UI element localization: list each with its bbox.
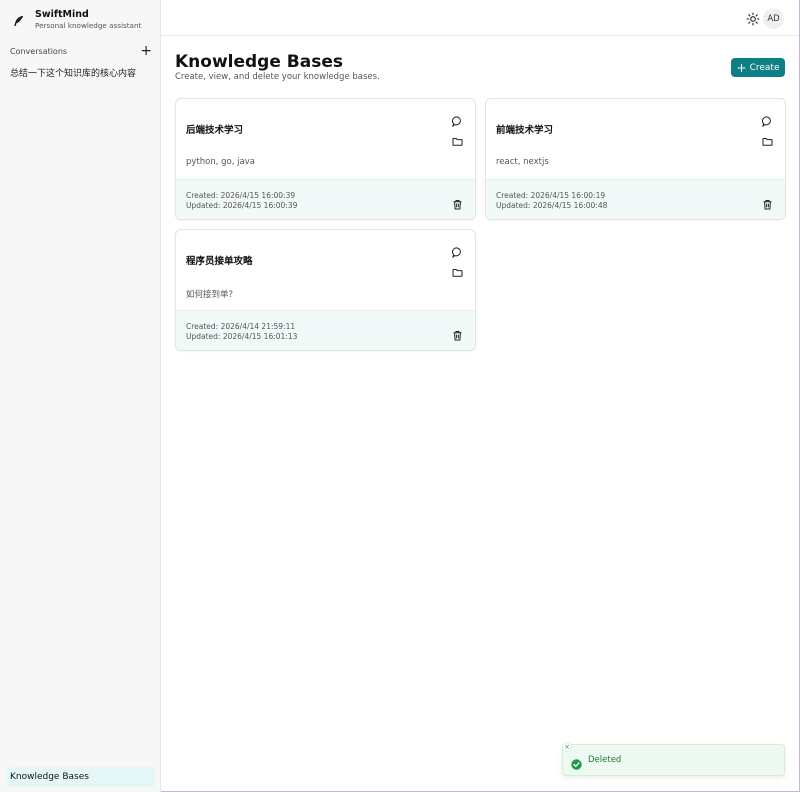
card-created-date: Created: 2026/4/15 16:00:19 [496, 191, 606, 200]
card-title: 程序员接单攻略 [186, 256, 253, 267]
card-created-date: Created: 2026/4/15 16:00:39 [186, 191, 296, 200]
avatar[interactable]: AD [763, 8, 784, 29]
card-updated-date: Updated: 2026/4/15 16:01:13 [186, 332, 298, 341]
card-title: 前端技术学习 [496, 125, 554, 136]
knowledge-base-card[interactable]: 程序员接单攻略 如何接到单? Created: 2026/4/14 21:59:… [175, 229, 476, 351]
sun-icon[interactable] [746, 11, 760, 26]
card-created-date: Created: 2026/4/14 21:59:11 [186, 322, 296, 331]
create-button-label: Create [749, 62, 780, 73]
sidebar: SwiftMind Personal knowledge assistant C… [0, 0, 161, 792]
brand-subtitle: Personal knowledge assistant [35, 21, 142, 30]
card-footer: Created: 2026/4/15 16:00:19 Updated: 202… [486, 179, 785, 219]
card-title: 后端技术学习 [186, 125, 244, 136]
card-updated-date: Updated: 2026/4/15 16:00:39 [186, 201, 298, 210]
knowledge-base-card[interactable]: 前端技术学习 react, nextjs Created: 2026/4/15 … [485, 98, 786, 220]
chat-bubble-icon[interactable] [762, 112, 773, 128]
check-circle-icon [571, 755, 582, 770]
folder-icon[interactable] [452, 132, 463, 146]
create-button[interactable]: + Create [731, 58, 785, 77]
knowledge-base-card[interactable]: 后端技术学习 python, go, java Created: 2026/4/… [175, 98, 476, 220]
new-conversation-button[interactable]: + [140, 44, 152, 58]
card-description: react, nextjs [496, 157, 549, 167]
card-description: 如何接到单? [186, 290, 234, 300]
chat-bubble-icon[interactable] [452, 112, 463, 128]
trash-icon[interactable] [452, 195, 463, 210]
chat-bubble-icon[interactable] [452, 243, 463, 259]
card-footer: Created: 2026/4/15 16:00:39 Updated: 202… [176, 179, 475, 219]
conversations-label: Conversations [10, 46, 68, 56]
conversation-item[interactable]: 总结一下这个知识库的核心内容 [10, 66, 136, 79]
top-bar: AD [161, 0, 799, 36]
card-description: python, go, java [186, 157, 255, 167]
card-updated-date: Updated: 2026/4/15 16:00:48 [496, 201, 608, 210]
page-subtitle: Create, view, and delete your knowledge … [175, 72, 380, 82]
feather-icon [8, 10, 30, 32]
toast-message: Deleted [588, 755, 622, 765]
close-icon[interactable]: × [562, 742, 572, 752]
brand-name: SwiftMind [35, 9, 89, 20]
folder-icon[interactable] [762, 132, 773, 146]
trash-icon[interactable] [452, 326, 463, 341]
toast-notification: × Deleted [562, 742, 785, 776]
page-title: Knowledge Bases [175, 52, 343, 72]
conversations-header: Conversations + [10, 44, 152, 58]
plus-icon: + [736, 60, 747, 75]
sidebar-item-knowledge-bases[interactable]: Knowledge Bases [6, 767, 155, 787]
card-footer: Created: 2026/4/14 21:59:11 Updated: 202… [176, 310, 475, 350]
brand[interactable]: SwiftMind Personal knowledge assistant [8, 8, 141, 32]
folder-icon[interactable] [452, 263, 463, 277]
trash-icon[interactable] [762, 195, 773, 210]
